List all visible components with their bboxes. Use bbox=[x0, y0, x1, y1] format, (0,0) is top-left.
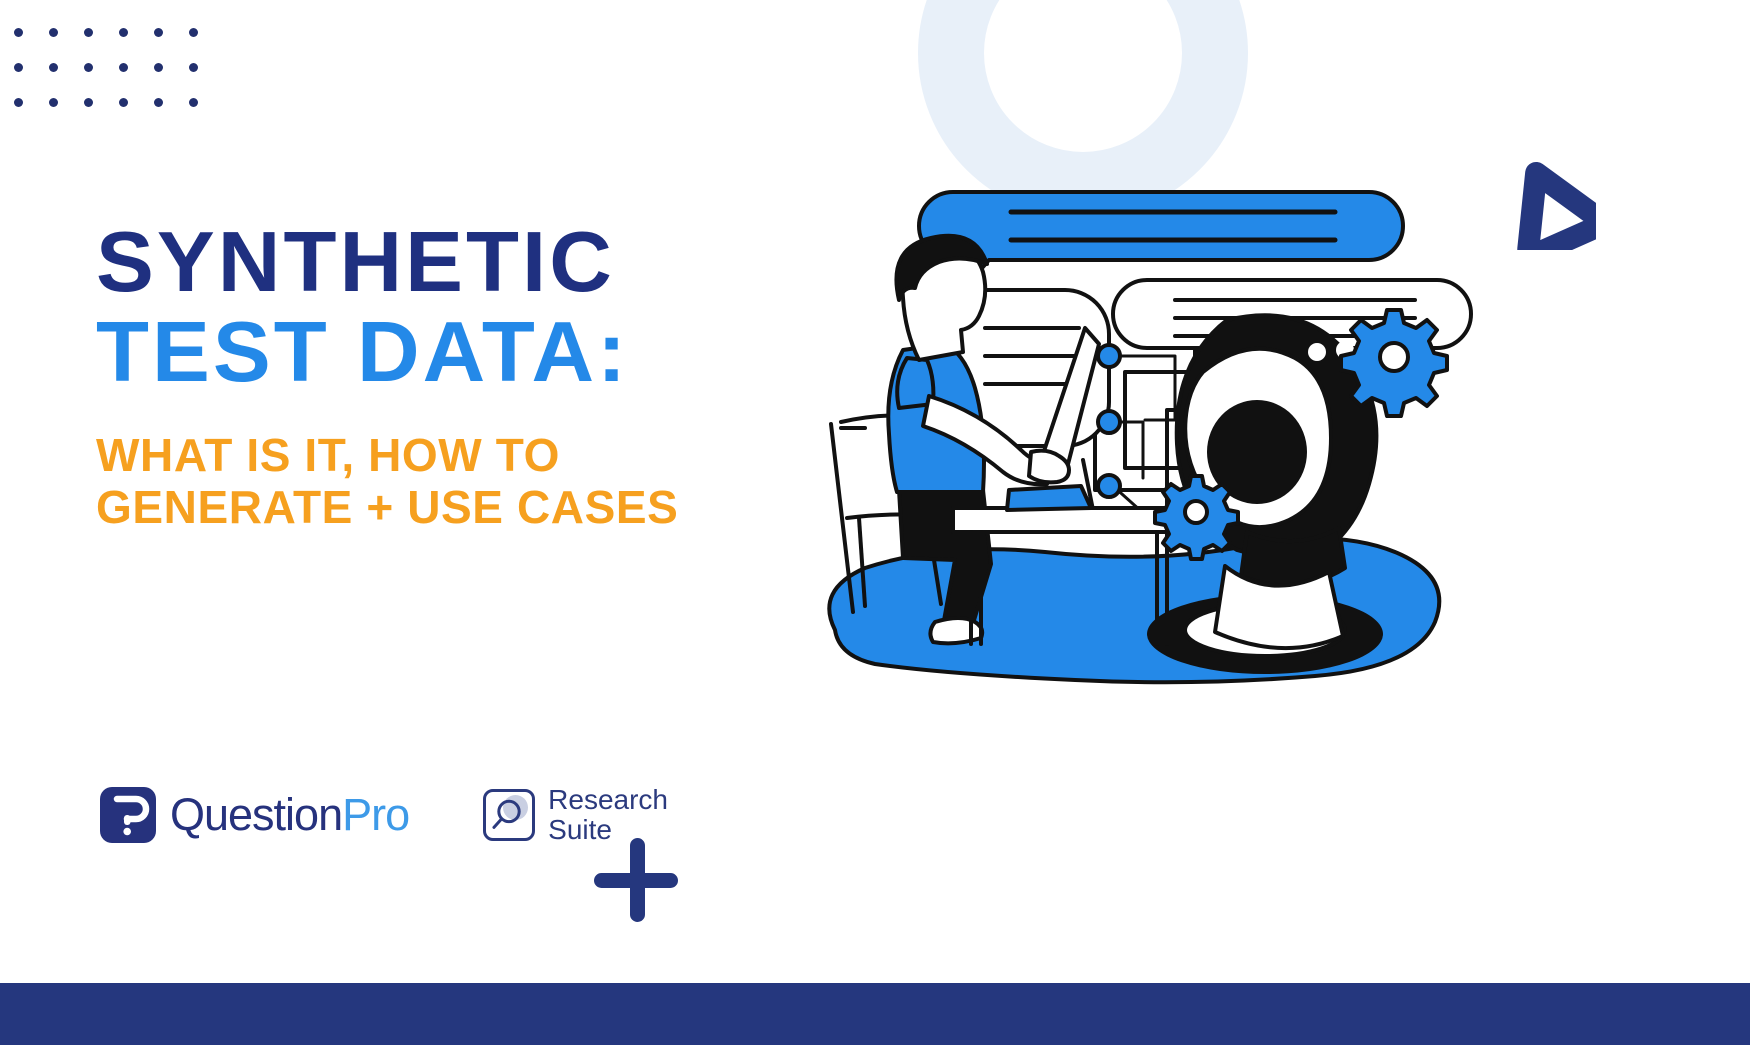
subtitle-line-1: WHAT IS IT, HOW TO bbox=[96, 429, 560, 482]
questionpro-word-dark: Question bbox=[170, 789, 343, 841]
dot-grid-icon bbox=[14, 28, 224, 133]
logo-row: QuestionPro Research Suite bbox=[100, 785, 668, 844]
research-suite-line-1: Research bbox=[548, 784, 668, 815]
questionpro-word-light: Pro bbox=[342, 789, 410, 841]
research-suite-wordmark: Research Suite bbox=[548, 785, 668, 844]
plus-icon bbox=[594, 838, 678, 922]
research-suite-logo[interactable]: Research Suite bbox=[483, 785, 668, 844]
questionpro-wordmark: QuestionPro bbox=[170, 789, 410, 841]
send-triangle-icon bbox=[1504, 158, 1612, 266]
bottom-bar bbox=[0, 983, 1750, 1045]
questionpro-logo[interactable]: QuestionPro bbox=[100, 786, 410, 843]
plus-vertical-bar bbox=[630, 838, 645, 922]
subtitle: WHAT IS IT, HOW TO GENERATE + USE CASES bbox=[96, 430, 836, 533]
person-at-desk-with-ai-robot-illustration: .ln { fill:none; stroke:#111; stroke-wid… bbox=[795, 160, 1475, 720]
questionpro-p-mark-icon bbox=[100, 786, 156, 843]
headline-line-2: TEST DATA: bbox=[96, 304, 630, 400]
subtitle-line-2: GENERATE + USE CASES bbox=[96, 480, 679, 533]
magnifier-square-icon bbox=[483, 788, 536, 841]
headline-line-1: SYNTHETIC bbox=[96, 215, 615, 310]
poster-canvas: SYNTHETIC TEST DATA: WHAT IS IT, HOW TO … bbox=[0, 0, 1750, 1045]
page-title: SYNTHETIC TEST DATA: WHAT IS IT, HOW TO … bbox=[96, 220, 836, 533]
